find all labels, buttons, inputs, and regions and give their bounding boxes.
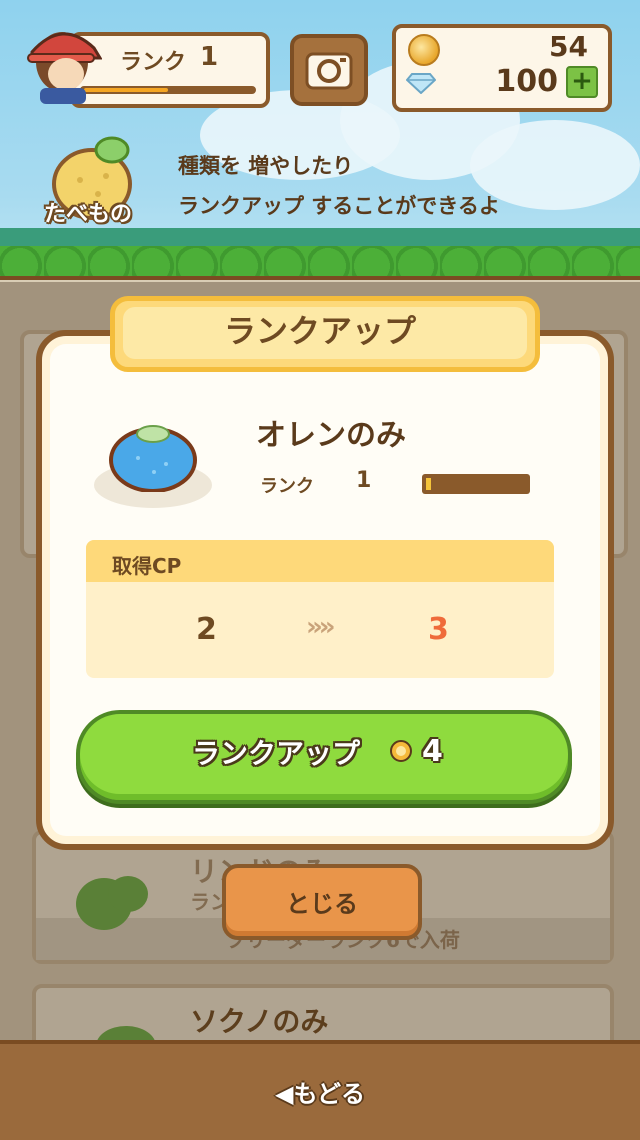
camera-icon	[305, 52, 353, 90]
food-category-label: たべもの	[44, 202, 133, 227]
item-rank-progress-fill	[426, 478, 431, 490]
tip-text-line1: 種類を 増やしたり	[178, 154, 354, 178]
modal-title: ランクアップ	[223, 312, 416, 350]
item-name: オレンのみ	[256, 418, 406, 453]
rankup-button-label: ランクアップ	[192, 737, 361, 770]
cp-current-value: 2	[196, 612, 217, 647]
close-button-label: とじる	[286, 890, 358, 918]
coin-icon	[408, 34, 440, 66]
coin-count: 54	[549, 30, 588, 63]
cp-label: 取得CP	[112, 554, 182, 578]
add-gems-button[interactable]: +	[566, 66, 598, 98]
tip-text-line2: ランクアップ することができるよ	[178, 194, 500, 218]
trainer-avatar-icon[interactable]	[22, 18, 102, 104]
item-rank-value: 1	[356, 468, 372, 493]
camera-button[interactable]	[290, 34, 368, 106]
item-rank-progress-bar	[422, 474, 530, 494]
cp-arrow-icon: »»	[306, 612, 336, 642]
coin-icon	[390, 740, 412, 762]
ground-strip	[0, 276, 640, 280]
gem-count: 100	[495, 64, 558, 99]
item-rank-label: ランク	[260, 476, 314, 497]
hedge-decoration	[0, 246, 640, 280]
rankup-cost: 4	[422, 734, 443, 769]
player-rank-value: 1	[200, 42, 219, 72]
cp-next-value: 3	[428, 612, 449, 647]
oran-berry-icon	[109, 425, 197, 492]
player-rank-label: ランク	[120, 50, 187, 75]
back-button[interactable]: ◀もどる	[0, 1074, 640, 1109]
